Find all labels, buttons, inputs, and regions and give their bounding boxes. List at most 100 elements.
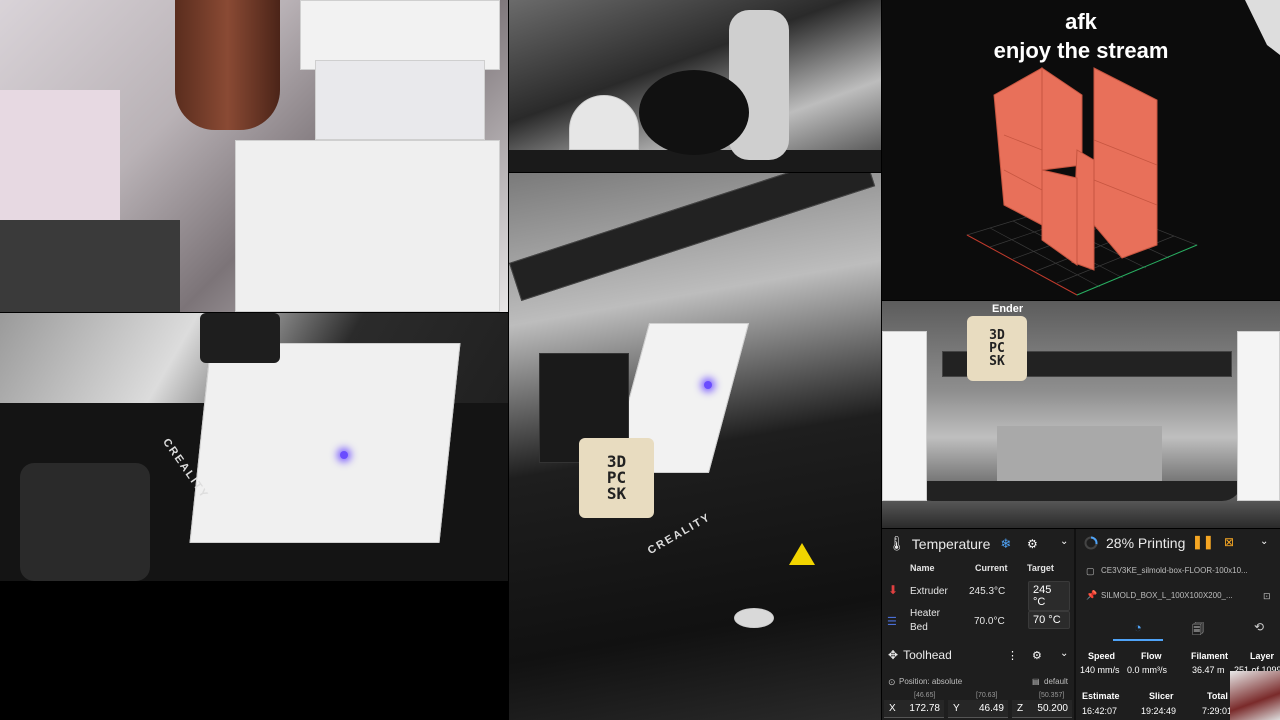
gear-icon[interactable]: ⚙ — [1032, 649, 1042, 662]
printer-part — [0, 90, 120, 240]
hotend-nozzle — [175, 0, 280, 130]
camera-feed-nozzle — [0, 0, 508, 312]
progress-spinner-icon — [1084, 536, 1098, 550]
tab-history-icon[interactable]: ⟲ — [1254, 620, 1264, 634]
extruder-current: 245.3°C — [969, 586, 1006, 597]
printer-dashboard: 🌡 Temperature ❄ ⚙ ⌄ Name Current Target … — [882, 529, 1280, 720]
model-3d — [993, 67, 1158, 271]
y-position-field[interactable]: Y 46.49 — [948, 700, 1008, 718]
filament-value: 36.47 m — [1192, 665, 1225, 675]
camera-feed-front: 3D PC SK Ender — [882, 301, 1280, 528]
temperature-header: 🌡 Temperature ❄ — [888, 535, 1011, 552]
extruder-name: Extruder — [910, 586, 948, 597]
flow-value: 0.0 mm³/s — [1127, 665, 1168, 675]
print-status-text: 28% Printing — [1106, 535, 1186, 551]
printed-fan-part — [569, 95, 639, 150]
y-label: Y — [953, 703, 960, 714]
tab-status-gauge-icon[interactable]: ◔ — [1134, 620, 1142, 635]
position-mode-icon: ⊙ — [888, 677, 896, 687]
y-value: 46.49 — [978, 703, 1004, 714]
z-value: 50.200 — [1037, 703, 1068, 714]
active-tab-indicator — [1113, 639, 1163, 641]
bed-brand-label: CREALITY — [645, 511, 714, 557]
slicer-label: Slicer — [1149, 691, 1174, 701]
filament-label: Filament — [1191, 651, 1229, 661]
heater-bed-target-input[interactable]: 70 °C — [1028, 611, 1070, 629]
z-position-field[interactable]: Z 50.200 — [1012, 700, 1072, 718]
estimate-value: 16:42:07 — [1082, 706, 1118, 716]
more-vert-icon[interactable]: ⋮ — [1007, 649, 1018, 662]
gear-icon[interactable]: ⚙ — [1027, 537, 1038, 551]
column-name: Name — [910, 563, 935, 573]
layer-label: Layer — [1250, 651, 1275, 661]
toolhead-profile-icon: ▤ — [1032, 677, 1040, 686]
total-value: 7:29:01 — [1202, 706, 1233, 716]
printer-frame — [882, 331, 927, 501]
printer-part — [315, 60, 485, 140]
thermometer-icon: 🌡 — [888, 535, 906, 551]
printer-frame — [1237, 331, 1280, 501]
heater-bed-current: 70.0°C — [974, 616, 1005, 627]
cancel-print-icon[interactable]: ⊠ — [1224, 535, 1234, 549]
camera-feed-shelf — [509, 0, 881, 172]
overlay-afk: afk — [1065, 9, 1097, 34]
model-preview-panel: afk enjoy the stream — [882, 0, 1280, 300]
object-name: SILMOLD_BOX_L_100X100X200_... — [1101, 591, 1233, 600]
camera-feed-overhead: 3D PC SK CREALITY — [509, 173, 881, 720]
gantry-rail — [509, 173, 876, 302]
printed-box-wall — [235, 140, 500, 312]
temperature-panel: 🌡 Temperature ❄ ⚙ ⌄ Name Current Target … — [882, 529, 1074, 645]
x-position-field[interactable]: X 172.78 — [884, 700, 944, 718]
heater-bed-icon: ☰ — [887, 616, 897, 628]
sticker-3dpcsk: 3D PC SK — [579, 438, 654, 518]
toolhead-header: ✥ Toolhead — [888, 648, 952, 662]
extruder-icon: ⬇ — [888, 583, 899, 597]
column-target: Target — [1027, 563, 1054, 573]
empty-area — [0, 582, 508, 720]
y-commanded: [70.63] — [976, 692, 998, 699]
x-commanded: [46.65] — [914, 692, 936, 699]
printer-brand-label: Ender — [992, 303, 1024, 315]
speed-value: 140 mm/s — [1080, 665, 1120, 675]
position-mode-label: Position: absolute — [899, 677, 963, 686]
total-label: Total — [1207, 691, 1228, 701]
temperature-title: Temperature — [911, 535, 991, 552]
printer-base — [20, 463, 150, 581]
z-commanded: [50.357] — [1039, 692, 1065, 699]
print-bed — [912, 481, 1242, 501]
pin-icon: 📌 — [1086, 590, 1098, 600]
heater-bed-name-line1: Heater — [910, 608, 941, 619]
warning-triangle-icon — [789, 543, 815, 565]
printed-box — [189, 343, 461, 543]
snowflake-icon[interactable]: ❄ — [1000, 536, 1011, 552]
pause-button[interactable]: ❚❚ — [1192, 534, 1214, 550]
filament-spool — [639, 70, 749, 155]
tab-files-icon[interactable]: 🗐 — [1192, 620, 1204, 641]
toolhead-title: Toolhead — [903, 648, 952, 662]
chevron-down-icon[interactable]: ⌄ — [1260, 536, 1268, 547]
overlay-enjoy: enjoy the stream — [993, 38, 1169, 63]
toolhead-panel: ✥ Toolhead ⋮ ⚙ ⌄ ⊙ Position: absolute ▤ … — [882, 645, 1074, 720]
chevron-down-icon[interactable]: ⌄ — [1060, 648, 1068, 659]
extruder-target-input[interactable]: 245 °C — [1028, 581, 1070, 611]
camera-feed-bed-angle: CREALITY — [0, 313, 508, 581]
chevron-down-icon[interactable]: ⌄ — [1060, 536, 1068, 547]
flow-label: Flow — [1141, 651, 1162, 661]
x-value: 172.78 — [909, 703, 940, 714]
print-status-header: 28% Printing — [1084, 535, 1185, 551]
sticker-3dpcsk: 3D PC SK — [967, 316, 1027, 381]
print-head — [200, 313, 280, 363]
bed-knob — [734, 608, 774, 628]
slicer-value: 19:24:49 — [1141, 706, 1177, 716]
print-file-name: CE3V3KE_silmold-box-FLOOR-100x10... — [1101, 566, 1248, 575]
estimate-label: Estimate — [1082, 691, 1120, 701]
heater-bed-name-line2: Bed — [910, 622, 928, 633]
file-icon: ▢ — [1086, 566, 1095, 576]
webcam-thumbnail[interactable] — [1230, 671, 1280, 720]
object-list-icon[interactable]: ⊡ — [1263, 591, 1271, 602]
print-status-panel: 28% Printing ❚❚ ⊠ ⌄ ▢ CE3V3KE_silmold-bo… — [1076, 529, 1280, 720]
z-label: Z — [1017, 703, 1024, 714]
speed-label: Speed — [1088, 651, 1116, 661]
column-current: Current — [975, 563, 1008, 573]
toolhead-profile: default — [1044, 677, 1069, 686]
